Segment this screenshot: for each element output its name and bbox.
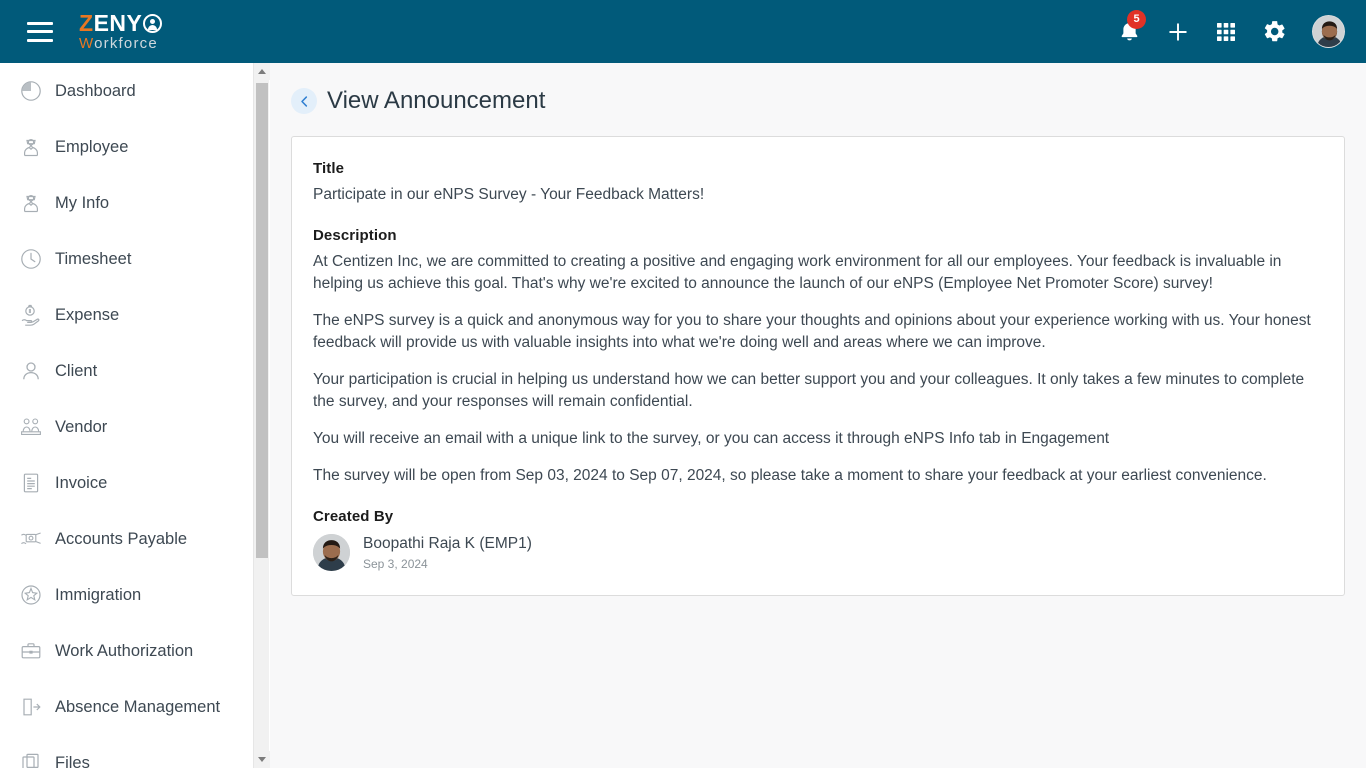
plus-icon (1169, 22, 1187, 41)
sidebar-item-label: Immigration (55, 585, 142, 604)
sidebar-item-expense[interactable]: Expense (0, 287, 253, 343)
sidebar-item-dashboard[interactable]: Dashboard (0, 63, 253, 119)
sidebar-item-label: Accounts Payable (55, 529, 188, 548)
sidebar-item-label: Invoice (55, 473, 108, 492)
brand-logo-w: W (79, 35, 95, 52)
sidebar-item-files[interactable]: Files (0, 735, 253, 768)
expense-money-hand-icon (16, 300, 46, 330)
description-body: At Centizen Inc, we are committed to cre… (313, 251, 1323, 487)
scroll-up-arrow-icon[interactable] (254, 63, 270, 80)
created-by-row: Boopathi Raja K (EMP1) Sep 3, 2024 (313, 534, 1323, 572)
sidebar-item-label: Timesheet (55, 249, 132, 268)
created-by-date: Sep 3, 2024 (363, 556, 428, 571)
announcement-card: Title Participate in our eNPS Survey - Y… (291, 136, 1345, 596)
avatar-photo (313, 534, 350, 572)
created-by-label: Created By (313, 508, 394, 526)
description-paragraph: You will receive an email with a unique … (313, 430, 1110, 448)
hamburger-bar (27, 38, 53, 42)
created-by-name: Boopathi Raja K (EMP1) (363, 535, 532, 553)
sidebar-item-invoice[interactable]: Invoice (0, 455, 253, 511)
sidebar-item-employee[interactable]: Employee (0, 119, 253, 175)
sidebar-item-label: Absence Management (55, 697, 221, 716)
scrollbar-thumb[interactable] (256, 83, 268, 558)
door-exit-icon (16, 692, 46, 722)
files-icon (16, 748, 46, 768)
description-paragraph: The eNPS survey is a quick and anonymous… (313, 312, 1311, 352)
sidebar-item-accounts-payable[interactable]: Accounts Payable (0, 511, 253, 567)
page-title: View Announcement (327, 87, 546, 114)
sidebar-item-work-authorization[interactable]: Work Authorization (0, 623, 253, 679)
sidebar-item-timesheet[interactable]: Timesheet (0, 231, 253, 287)
sidebar-item-immigration[interactable]: Immigration (0, 567, 253, 623)
sidebar-item-label: Expense (55, 305, 120, 324)
description-paragraph: The survey will be open from Sep 03, 202… (313, 467, 1267, 485)
employee-icon (16, 132, 46, 162)
user-avatar[interactable] (1312, 15, 1345, 48)
hamburger-menu-icon[interactable] (27, 21, 53, 42)
apps-grid-button[interactable] (1215, 21, 1237, 43)
avatar-photo (1313, 16, 1344, 47)
invoice-document-icon (16, 468, 46, 498)
sidebar-item-vendor[interactable]: Vendor (0, 399, 253, 455)
globe-plane-icon (16, 580, 46, 610)
title-field-value: Participate in our eNPS Survey - Your Fe… (313, 186, 705, 203)
clock-icon (16, 244, 46, 274)
sidebar-item-label: Files (55, 753, 90, 768)
main-content-area: View Announcement Title Participate in o… (270, 63, 1366, 768)
hamburger-bar (27, 21, 53, 25)
settings-button[interactable] (1262, 19, 1287, 44)
created-by-text: Boopathi Raja K (EMP1) Sep 3, 2024 (363, 535, 532, 571)
gear-icon (1264, 21, 1285, 42)
hamburger-bar (27, 30, 53, 33)
brand-logo-orkforce: orkforce (94, 35, 158, 52)
sidebar-item-label: My Info (55, 193, 110, 212)
sidebar-item-label: Employee (55, 137, 129, 156)
header-actions: 5 (1118, 10, 1345, 48)
page-header: View Announcement (270, 63, 1366, 115)
vendor-icon (16, 412, 46, 442)
brand-logo-line2: Workforce (79, 36, 162, 51)
accounts-payable-icon (16, 524, 46, 554)
sidebar-item-label: Dashboard (55, 81, 136, 100)
top-header-bar: Z ENY Workforce 5 (0, 0, 1366, 63)
sidebar-item-label: Client (55, 361, 98, 380)
brand-logo-z: Z (79, 10, 94, 36)
description-paragraph: Your participation is crucial in helping… (313, 371, 1305, 411)
back-button[interactable] (291, 88, 317, 114)
title-field-label: Title (313, 160, 345, 177)
chevron-left-icon (300, 95, 307, 107)
left-sidebar-navigation: Dashboard Employee My Info Timesheet Exp… (0, 63, 253, 768)
grid-apps-icon (1217, 22, 1235, 41)
notifications-button[interactable]: 5 (1118, 10, 1146, 44)
brand-globe-icon (143, 14, 163, 33)
sidebar-scrollbar[interactable] (253, 63, 270, 768)
sidebar-item-absence-management[interactable]: Absence Management (0, 679, 253, 735)
sidebar-item-label: Vendor (55, 417, 108, 436)
briefcase-icon (16, 636, 46, 666)
sidebar-item-client[interactable]: Client (0, 343, 253, 399)
person-icon (16, 356, 46, 386)
scroll-down-arrow-icon[interactable] (254, 751, 270, 768)
add-new-button[interactable] (1166, 20, 1190, 44)
my-info-icon (16, 188, 46, 218)
description-field-label: Description (313, 227, 397, 245)
pie-chart-icon (16, 76, 46, 106)
sidebar-item-label: Work Authorization (55, 641, 194, 660)
notification-count-badge: 5 (1127, 10, 1146, 29)
description-paragraph: At Centizen Inc, we are committed to cre… (313, 253, 1282, 293)
brand-logo[interactable]: Z ENY Workforce (79, 10, 163, 51)
created-by-avatar (313, 534, 350, 572)
brand-logo-line1: Z ENY (79, 10, 163, 36)
brand-logo-eny: ENY (93, 10, 143, 36)
sidebar-item-my-info[interactable]: My Info (0, 175, 253, 231)
